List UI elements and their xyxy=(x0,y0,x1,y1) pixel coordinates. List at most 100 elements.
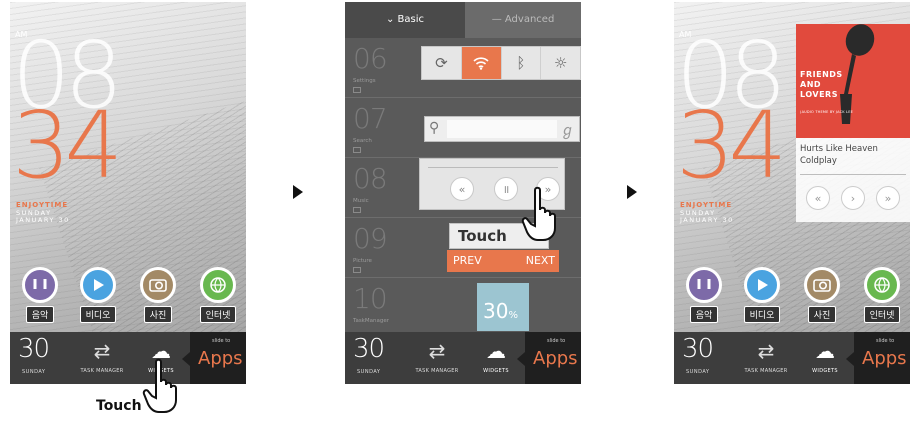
app-photo[interactable]: 사진 xyxy=(133,267,183,323)
mini-preview-icon xyxy=(353,207,361,213)
bluetooth-toggle[interactable]: ᛒ xyxy=(502,47,542,79)
memory-percent: 30 xyxy=(483,299,509,323)
artist-name: Coldplay xyxy=(800,156,837,166)
widgets-label: WIDGETS xyxy=(812,368,838,374)
play-icon xyxy=(80,267,116,303)
app-internet-label: 인터넷 xyxy=(199,306,237,323)
play-icon xyxy=(744,267,780,303)
app-music-label: 음악 xyxy=(25,306,55,323)
album-subtitle: (AUDIO THEME BY JACK LEE xyxy=(800,110,854,114)
prev-button[interactable]: PREV xyxy=(453,254,482,267)
globe-icon xyxy=(200,267,236,303)
earphones-icon xyxy=(686,267,722,303)
pause-button[interactable]: ॥ xyxy=(494,177,518,201)
forward-icon: » xyxy=(884,191,892,205)
app-video-label: 비디오 xyxy=(79,306,117,323)
brightness-toggle[interactable]: ☼ xyxy=(541,47,580,79)
dock-date-number: 30 xyxy=(18,334,50,364)
task-manager-button[interactable]: ⇄ TASK MANAGER xyxy=(738,340,794,374)
play-button[interactable]: › xyxy=(841,186,865,210)
dock-weekday: SUNDAY xyxy=(22,369,46,375)
cloud-icon: ☁ xyxy=(486,339,506,363)
dash-icon: — xyxy=(491,14,502,25)
tutorial-stage: AM 08 34 ENJOYTIME SUNDAY JANUARY 30 음악 … xyxy=(0,0,910,423)
clock-minute: 34 xyxy=(676,92,787,199)
album-title: FRIENDS AND LOVERS xyxy=(800,70,843,100)
slide-to-apps[interactable]: slide to Apps xyxy=(182,332,246,384)
cloud-icon: ☁ xyxy=(815,339,835,363)
slide-to-apps[interactable]: slide to Apps xyxy=(517,332,581,384)
app-music[interactable]: 음악 xyxy=(679,267,729,323)
voice-icon[interactable]: ℊ xyxy=(560,119,575,140)
picture-touch-label: Touch xyxy=(458,227,507,245)
app-internet-label: 인터넷 xyxy=(863,306,901,323)
clock-minute: 34 xyxy=(12,92,123,199)
mini-preview-icon xyxy=(353,87,361,93)
home-screen-before: AM 08 34 ENJOYTIME SUNDAY JANUARY 30 음악 … xyxy=(10,2,246,384)
settings-toggles: ⟳ ᛒ ☼ xyxy=(421,46,581,80)
slide-to-apps[interactable]: slide to Apps xyxy=(846,332,910,384)
apps-label: Apps xyxy=(198,348,243,369)
apps-label: Apps xyxy=(862,348,907,369)
rewind-icon: « xyxy=(458,182,466,196)
dock: 30 SUNDAY ⇄ TASK MANAGER ☁ WIDGETS slide… xyxy=(10,332,246,384)
app-shortcuts: 음악 비디오 사진 인터넷 xyxy=(674,267,910,327)
task-manager-label: TASK MANAGER xyxy=(415,368,459,374)
row-label: Settings xyxy=(353,78,376,84)
app-internet[interactable]: 인터넷 xyxy=(193,267,243,323)
task-manager-button[interactable]: ⇄ TASK MANAGER xyxy=(409,340,465,374)
app-internet[interactable]: 인터넷 xyxy=(857,267,907,323)
row-label: Picture xyxy=(353,258,372,264)
app-music[interactable]: 음악 xyxy=(15,267,65,323)
app-music-label: 음악 xyxy=(689,306,719,323)
picture-nav: PREV NEXT xyxy=(447,250,559,272)
search-widget[interactable]: ⚲ ℊ xyxy=(424,116,580,142)
app-photo[interactable]: 사진 xyxy=(797,267,847,323)
mini-preview-icon xyxy=(353,147,361,153)
step-arrow-2-icon xyxy=(627,185,637,199)
play-icon: › xyxy=(850,191,856,205)
album-title-line: FRIENDS xyxy=(800,70,843,79)
song-title: Hurts Like Heaven xyxy=(800,144,878,154)
search-icon: ⚲ xyxy=(429,120,440,136)
row-label: TaskManager xyxy=(353,318,389,324)
date-label: JANUARY 30 xyxy=(16,216,70,224)
app-video[interactable]: 비디오 xyxy=(73,267,123,323)
rewind-button[interactable]: « xyxy=(450,177,474,201)
tagline: ENJOYTIME xyxy=(16,201,69,209)
widget-row-taskmanager: 10 TaskManager 30% xyxy=(345,278,581,338)
hand-pointer-icon xyxy=(521,186,556,241)
widgets-button[interactable]: ☁ WIDGETS xyxy=(799,340,851,374)
app-video[interactable]: 비디오 xyxy=(737,267,787,323)
next-button[interactable]: NEXT xyxy=(526,254,555,267)
date-label: JANUARY 30 xyxy=(680,216,734,224)
forward-button[interactable]: » xyxy=(876,186,900,210)
hand-pointer-icon xyxy=(142,358,177,413)
row-number: 10 xyxy=(353,282,388,315)
album-title-line: AND xyxy=(800,80,822,89)
widget-tabs: ⌄ Basic — Advanced xyxy=(345,2,581,38)
sync-toggle[interactable]: ⟳ xyxy=(422,47,462,79)
taskmanager-widget[interactable]: 30% xyxy=(477,283,529,331)
search-input[interactable] xyxy=(447,120,557,138)
widget-row-settings: 06 Settings ⟳ ᛒ ☼ xyxy=(345,38,581,98)
divider xyxy=(800,174,906,175)
music-player-widget: Hurts Like Heaven Coldplay « › » xyxy=(796,138,910,222)
tab-basic[interactable]: ⌄ Basic xyxy=(345,2,465,38)
widgets-label: WIDGETS xyxy=(483,368,509,374)
app-video-label: 비디오 xyxy=(743,306,781,323)
wifi-toggle[interactable] xyxy=(461,47,502,79)
tab-advanced[interactable]: — Advanced xyxy=(465,2,581,38)
chevron-left-icon xyxy=(517,352,525,366)
apps-label: Apps xyxy=(533,348,578,369)
chevron-down-icon: ⌄ xyxy=(385,14,395,25)
task-manager-button[interactable]: ⇄ TASK MANAGER xyxy=(74,340,130,374)
chevron-left-icon xyxy=(846,352,854,366)
task-manager-label: TASK MANAGER xyxy=(744,368,788,374)
rewind-icon: « xyxy=(814,191,822,205)
globe-icon xyxy=(864,267,900,303)
row-number: 09 xyxy=(353,222,388,255)
dock-weekday: SUNDAY xyxy=(686,369,710,375)
widgets-button[interactable]: ☁ WIDGETS xyxy=(470,340,522,374)
rewind-button[interactable]: « xyxy=(806,186,830,210)
